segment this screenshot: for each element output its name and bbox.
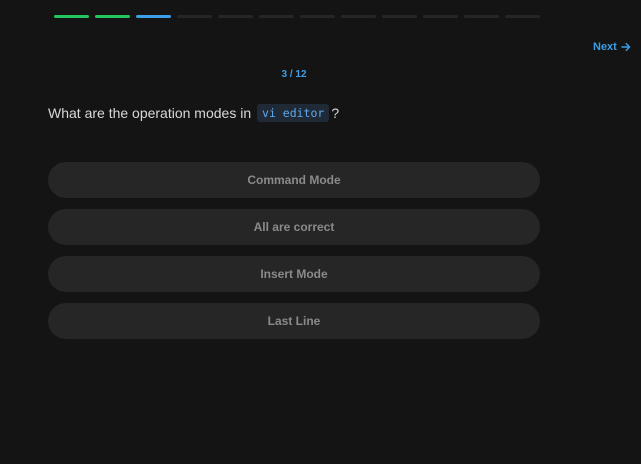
question-code: vi editor xyxy=(257,104,330,122)
progress-segment-10 xyxy=(423,15,458,18)
question-text: What are the operation modes in vi edito… xyxy=(48,104,339,122)
progress-segment-7 xyxy=(300,15,335,18)
question-counter: 3 / 12 xyxy=(281,69,307,80)
answer-option[interactable]: All are correct xyxy=(48,209,540,245)
progress-segment-12 xyxy=(505,15,540,18)
progress-segment-6 xyxy=(259,15,294,18)
progress-bar xyxy=(54,15,540,18)
answer-option[interactable]: Last Line xyxy=(48,303,540,339)
progress-segment-1 xyxy=(54,15,89,18)
progress-segment-4 xyxy=(177,15,212,18)
answer-option[interactable]: Insert Mode xyxy=(48,256,540,292)
progress-segment-5 xyxy=(218,15,253,18)
progress-segment-11 xyxy=(464,15,499,18)
question-text-after: ? xyxy=(331,105,340,121)
progress-segment-9 xyxy=(382,15,417,18)
progress-segment-2 xyxy=(95,15,130,18)
progress-segment-8 xyxy=(341,15,376,18)
answer-option[interactable]: Command Mode xyxy=(48,162,540,198)
arrow-right-icon xyxy=(621,42,631,52)
progress-segment-3 xyxy=(136,15,171,18)
next-button-label: Next xyxy=(593,41,617,53)
question-text-before: What are the operation modes in xyxy=(48,105,252,121)
next-button[interactable]: Next xyxy=(593,41,631,53)
answer-options: Command Mode All are correct Insert Mode… xyxy=(48,162,540,350)
